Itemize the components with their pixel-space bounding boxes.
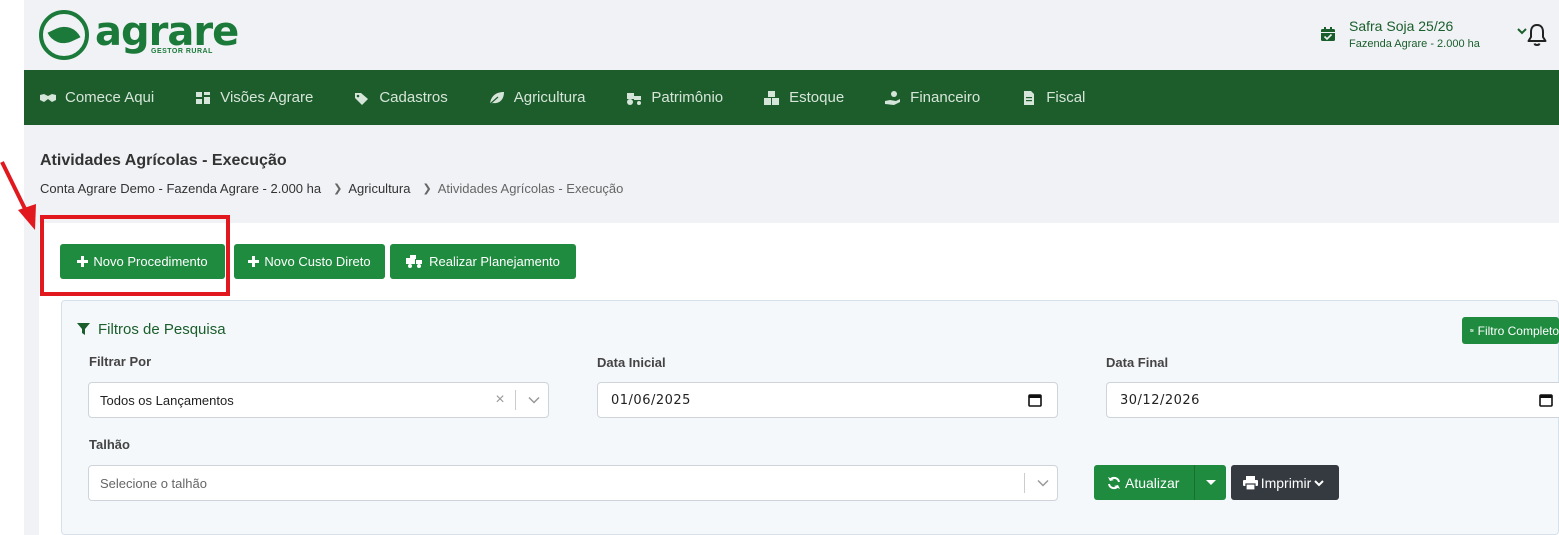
bell-icon[interactable] xyxy=(1525,22,1549,48)
data-final-value: 30/12/2026 xyxy=(1120,392,1200,408)
agrare-logo[interactable]: agrare GESTOR RURAL xyxy=(39,8,239,60)
atualizar-dropdown-toggle[interactable] xyxy=(1194,465,1226,500)
nav-item-patrimonio[interactable]: Patrimônio xyxy=(625,89,723,106)
filtro-completo-label: Filtro Completo xyxy=(1477,323,1559,338)
top-bar: agrare GESTOR RURAL Safra Soja 25/26 Faz… xyxy=(24,0,1559,70)
clear-icon[interactable]: × xyxy=(489,391,511,409)
novo-custo-direto-button[interactable]: Novo Custo Direto xyxy=(234,244,385,279)
caret-down-icon xyxy=(1205,479,1216,485)
nav-item-label: Estoque xyxy=(789,89,845,106)
talhao-placeholder: Selecione o talhão xyxy=(100,475,207,491)
filtrar-por-value: Todos os Lançamentos xyxy=(100,392,234,408)
imprimir-button[interactable]: Imprimir xyxy=(1231,465,1339,500)
atualizar-label: Atualizar xyxy=(1125,474,1180,491)
plus-icon xyxy=(248,256,260,267)
chevron-down-icon[interactable] xyxy=(520,396,548,404)
chevron-down-icon xyxy=(1314,479,1324,486)
talhao-label: Talhão xyxy=(89,437,130,452)
realizar-planejamento-button[interactable]: Realizar Planejamento xyxy=(390,244,576,279)
filters-title-label: Filtros de Pesquisa xyxy=(98,321,226,338)
chevron-right-icon: ❯ xyxy=(422,183,432,195)
logo-subtitle: GESTOR RURAL xyxy=(151,47,213,55)
nav-item-label: Visões Agrare xyxy=(220,89,314,106)
filtrar-por-select[interactable]: Todos os Lançamentos × xyxy=(88,382,549,418)
page-title: Atividades Agrícolas - Execução xyxy=(40,152,287,169)
atualizar-button-group: Atualizar xyxy=(1094,465,1226,500)
imprimir-label: Imprimir xyxy=(1260,474,1312,491)
tags-icon xyxy=(355,92,369,105)
breadcrumb-item-agricultura[interactable]: Agricultura xyxy=(348,181,410,196)
nav-item-label: Patrimônio xyxy=(651,89,724,106)
leaf-logo-icon xyxy=(39,10,89,60)
invoice-icon xyxy=(1024,90,1035,105)
sliders-icon xyxy=(1470,328,1474,333)
handshake-icon xyxy=(40,93,56,102)
filtro-completo-button[interactable]: Filtro Completo xyxy=(1462,317,1559,344)
hand-coin-icon xyxy=(885,90,901,105)
nav-item-label: Financeiro xyxy=(910,89,981,106)
select-divider xyxy=(515,390,516,410)
nav-item-estoque[interactable]: Estoque xyxy=(763,89,844,106)
printer-icon xyxy=(1242,475,1258,490)
talhao-select[interactable]: Selecione o talhão xyxy=(88,465,1058,501)
nav-item-financeiro[interactable]: Financeiro xyxy=(884,89,980,106)
truck-loading-icon xyxy=(406,255,423,268)
nav-item-label: Agricultura xyxy=(513,89,586,106)
filtrar-por-label: Filtrar Por xyxy=(89,354,152,369)
data-inicial-label: Data Inicial xyxy=(597,355,666,370)
red-arrow-icon xyxy=(0,161,36,230)
realizar-planejamento-label: Realizar Planejamento xyxy=(429,254,560,269)
highlight-box xyxy=(40,215,230,296)
data-final-label: Data Final xyxy=(1106,355,1169,370)
calendar-icon[interactable] xyxy=(1539,393,1553,407)
breadcrumb-item-account[interactable]: Conta Agrare Demo - Fazenda Agrare - 2.0… xyxy=(40,181,321,196)
dashboard-icon xyxy=(196,91,211,104)
nav-item-label: Comece Aqui xyxy=(65,89,155,106)
nav-item-cadastros[interactable]: Cadastros xyxy=(353,89,448,106)
refresh-icon xyxy=(1108,476,1120,489)
calendar-icon[interactable] xyxy=(1028,393,1042,407)
tractor-icon xyxy=(627,92,642,105)
boxes-icon xyxy=(764,90,780,105)
season-selector[interactable]: Safra Soja 25/26 Fazenda Agrare - 2.000 … xyxy=(1320,18,1527,50)
breadcrumb-item-current: Atividades Agrícolas - Execução xyxy=(437,181,624,196)
logo-name: agrare xyxy=(95,8,239,55)
nav-item-visoes-agrare[interactable]: Visões Agrare xyxy=(194,89,313,106)
filter-icon xyxy=(77,323,90,335)
nav-item-fiscal[interactable]: Fiscal xyxy=(1020,89,1085,106)
season-title: Safra Soja 25/26 xyxy=(1349,18,1454,34)
nav-item-agricultura[interactable]: Agricultura xyxy=(488,89,586,106)
chevron-down-icon[interactable] xyxy=(1029,479,1057,487)
atualizar-button[interactable]: Atualizar xyxy=(1094,475,1194,491)
novo-custo-direto-label: Novo Custo Direto xyxy=(264,254,371,269)
calendar-check-icon xyxy=(1321,27,1335,41)
leaf-icon xyxy=(489,91,504,104)
select-divider xyxy=(1024,473,1025,493)
data-inicial-value: 01/06/2025 xyxy=(611,392,691,408)
filters-title: Filtros de Pesquisa xyxy=(77,321,226,338)
nav-item-label: Fiscal xyxy=(1046,89,1086,106)
data-inicial-input[interactable]: 01/06/2025 xyxy=(597,382,1058,418)
nav-item-comece-aqui[interactable]: Comece Aqui xyxy=(39,89,154,106)
breadcrumb: Conta Agrare Demo - Fazenda Agrare - 2.0… xyxy=(40,181,623,196)
data-final-input[interactable]: 30/12/2026 xyxy=(1106,382,1559,418)
chevron-right-icon: ❯ xyxy=(333,183,343,195)
main-nav: Comece Aqui Visões Agrare Cadastros Agri… xyxy=(24,70,1559,125)
season-farm: Fazenda Agrare - 2.000 ha xyxy=(1349,38,1480,50)
nav-item-label: Cadastros xyxy=(379,89,448,106)
